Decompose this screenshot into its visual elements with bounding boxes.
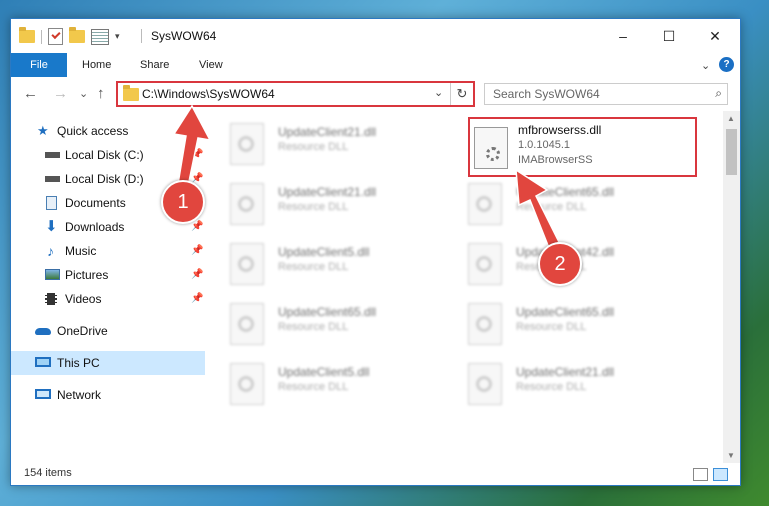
callout-arrows: [172, 104, 560, 250]
callout-badge-2: 2: [538, 242, 582, 286]
callout-badge-1: 1: [161, 180, 205, 224]
arrow-2-icon: [515, 168, 560, 250]
